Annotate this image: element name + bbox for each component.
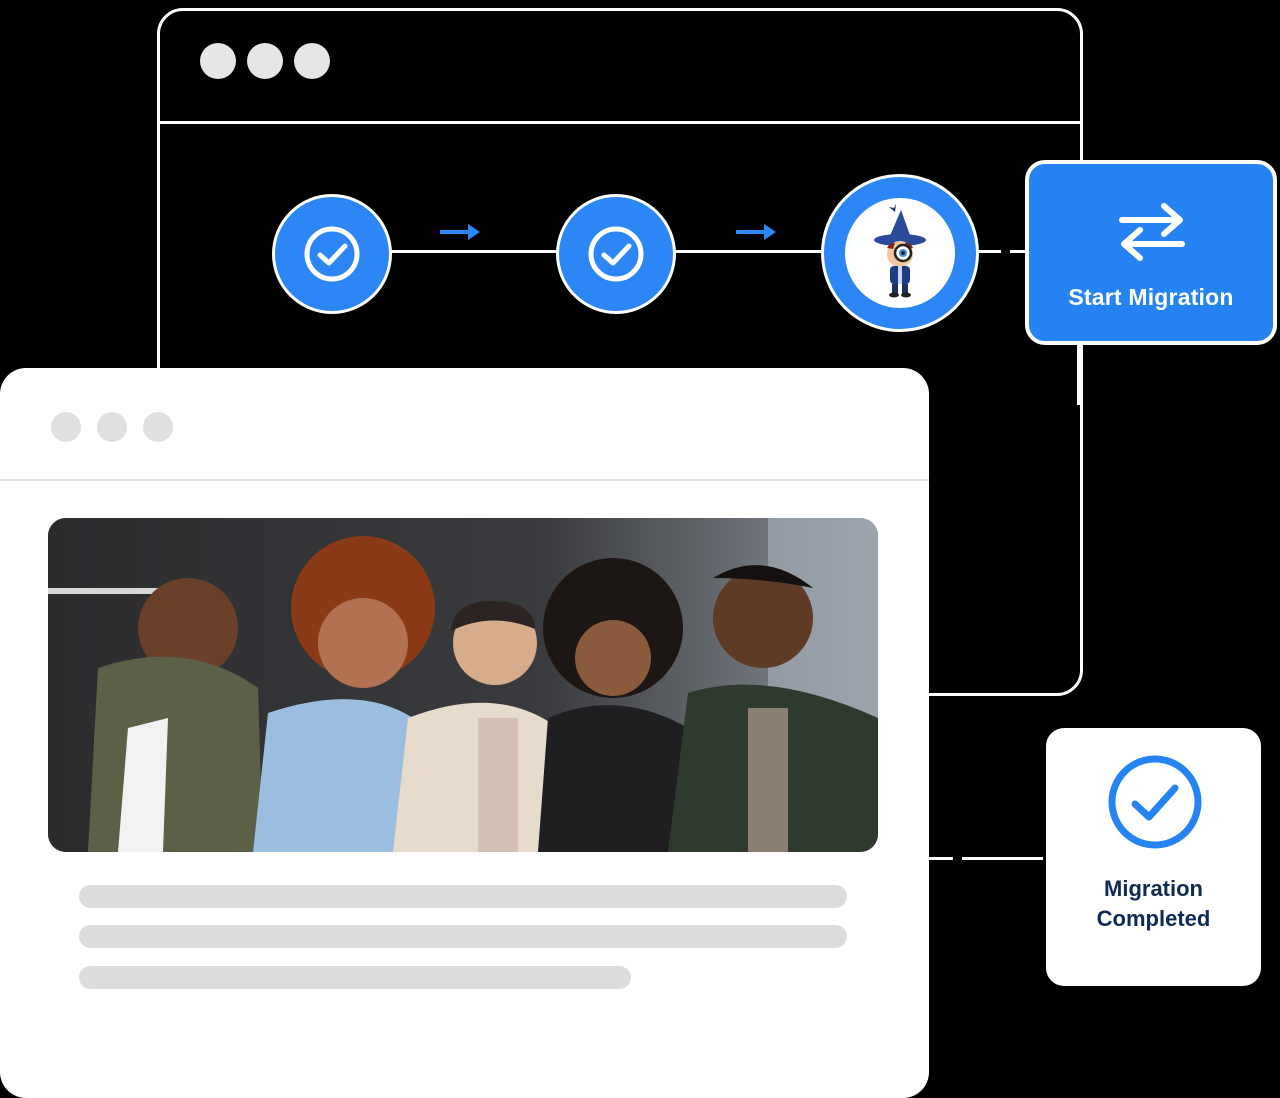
workflow-step-completed — [556, 194, 676, 314]
front-window-controls — [51, 412, 173, 442]
text-placeholder-line — [79, 966, 631, 989]
window-dot — [97, 412, 127, 442]
back-window-titlebar — [160, 11, 1080, 124]
window-dot — [200, 43, 236, 79]
flow-connector — [929, 857, 953, 860]
flow-connector — [962, 857, 1048, 860]
window-dot — [51, 412, 81, 442]
arrow-right-icon — [736, 224, 776, 240]
arrow-right-icon — [440, 224, 480, 240]
workflow-step-completed — [272, 194, 392, 314]
detective-mascot-icon — [874, 204, 926, 298]
start-migration-label: Start Migration — [1068, 284, 1234, 310]
workflow-step-active — [821, 174, 979, 332]
window-dot — [247, 43, 283, 79]
check-circle-icon — [1108, 755, 1202, 849]
team-photo — [48, 518, 878, 852]
mascot-avatar — [845, 198, 955, 308]
text-placeholder-line — [79, 885, 847, 908]
flow-connector — [385, 250, 565, 253]
swap-arrows-icon — [1119, 203, 1185, 261]
back-window-controls — [200, 43, 330, 79]
migration-completed-label: Migration Completed — [1046, 874, 1261, 934]
check-icon — [588, 226, 644, 282]
front-browser-window — [0, 368, 929, 1098]
front-window-titlebar — [0, 368, 929, 481]
text-placeholder-line — [79, 925, 847, 948]
start-migration-button[interactable]: Start Migration — [1025, 160, 1277, 345]
team-photo-illustration — [48, 518, 878, 852]
window-dot — [143, 412, 173, 442]
flow-connector — [668, 250, 828, 253]
window-dot — [294, 43, 330, 79]
completed-line-1: Migration — [1104, 876, 1203, 901]
migration-completed-card: Migration Completed — [1046, 728, 1261, 986]
flow-connector — [1077, 345, 1080, 405]
completed-line-2: Completed — [1096, 906, 1211, 931]
check-icon — [304, 226, 360, 282]
